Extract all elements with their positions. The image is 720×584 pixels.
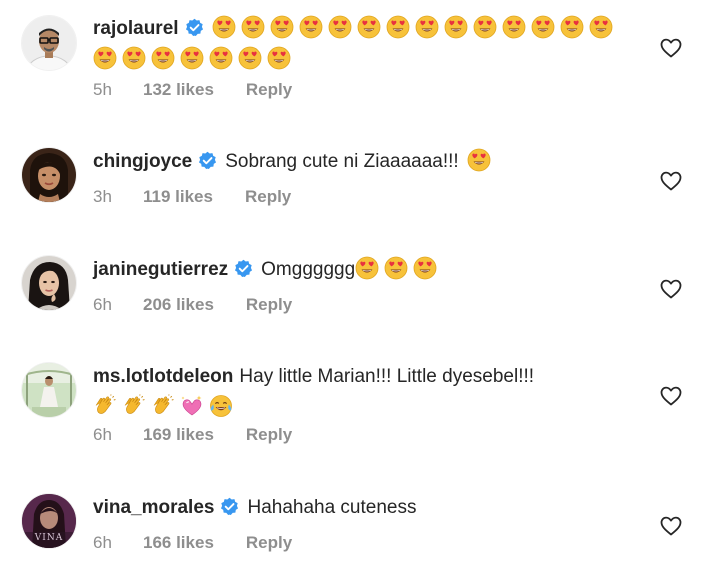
heart-eyes-emoji-icon <box>589 15 613 39</box>
heart-eyes-emoji-icon <box>212 15 236 39</box>
heart-eyes-emoji-icon <box>209 46 233 70</box>
avatar[interactable]: VINA <box>22 494 76 548</box>
username[interactable]: chingjoyce <box>93 151 192 172</box>
tears-of-joy-emoji-icon <box>209 394 233 418</box>
heart-eyes-emoji-icon <box>267 46 291 70</box>
reply-button[interactable]: Reply <box>246 295 292 314</box>
comment-meta: 5h 132 likes Reply <box>93 79 292 101</box>
heart-eyes-emoji-icon <box>444 15 468 39</box>
heart-eyes-emoji-icon <box>328 15 352 39</box>
likes-count[interactable]: 169 likes <box>143 424 214 446</box>
heart-eyes-emoji-icon <box>413 256 437 280</box>
emoji-group <box>355 259 442 280</box>
comment-body: rajolaurel <box>93 13 633 75</box>
likes-count[interactable]: 132 likes <box>143 79 214 101</box>
comment-time[interactable]: 6h <box>93 294 143 316</box>
heart-eyes-emoji-icon <box>386 15 410 39</box>
heart-eyes-emoji-icon <box>531 15 555 39</box>
clapping-hands-emoji-icon <box>122 394 146 418</box>
verified-badge-icon <box>220 497 239 516</box>
likes-count[interactable]: 119 likes <box>143 186 213 208</box>
verified-badge-icon <box>185 18 204 37</box>
emoji-list <box>93 397 238 418</box>
comment-body: chingjoyce Sobrang cute ni Ziaaaaaa!!! <box>93 146 633 177</box>
username[interactable]: ms.lotlotdeleon <box>93 366 233 387</box>
heart-eyes-emoji-icon <box>384 256 408 280</box>
emoji-group <box>467 151 496 172</box>
like-heart-icon[interactable] <box>659 36 683 60</box>
verified-badge-icon <box>198 151 217 170</box>
heart-eyes-emoji-icon <box>467 148 491 172</box>
likes-count[interactable]: 206 likes <box>143 294 214 316</box>
comment-meta: 3h 119 likes Reply <box>93 186 291 208</box>
comment-time[interactable]: 6h <box>93 424 143 446</box>
reply-button[interactable]: Reply <box>246 80 292 99</box>
avatar[interactable] <box>22 16 76 70</box>
heart-eyes-emoji-icon <box>241 15 265 39</box>
like-heart-icon[interactable] <box>659 514 683 538</box>
username[interactable]: rajolaurel <box>93 18 179 39</box>
like-heart-icon[interactable] <box>659 384 683 408</box>
comment-text: Sobrang cute ni Ziaaaaaa!!! <box>225 151 459 172</box>
like-heart-icon[interactable] <box>659 169 683 193</box>
clapping-hands-emoji-icon <box>151 394 175 418</box>
reply-button[interactable]: Reply <box>246 533 292 552</box>
reply-button[interactable]: Reply <box>246 425 292 444</box>
comment-text: Omgggggg <box>261 259 356 280</box>
avatar-text: VINA <box>34 533 63 543</box>
heart-eyes-emoji-icon <box>355 256 379 280</box>
reply-button[interactable]: Reply <box>245 187 291 206</box>
heart-eyes-emoji-icon <box>270 15 294 39</box>
heart-eyes-emoji-icon <box>151 46 175 70</box>
username[interactable]: janinegutierrez <box>93 259 228 280</box>
heart-eyes-emoji-icon <box>93 46 117 70</box>
comment-text: Hahahaha cuteness <box>247 497 417 518</box>
comment-body: janinegutierrez Omgggggg <box>93 254 633 285</box>
heart-eyes-emoji-icon <box>122 46 146 70</box>
username[interactable]: vina_morales <box>93 497 214 518</box>
heart-eyes-emoji-icon <box>180 46 204 70</box>
heart-eyes-emoji-icon <box>502 15 526 39</box>
likes-count[interactable]: 166 likes <box>143 532 214 554</box>
sparkling-heart-emoji-icon <box>180 394 204 418</box>
heart-eyes-emoji-icon <box>357 15 381 39</box>
heart-eyes-emoji-icon <box>473 15 497 39</box>
comment-time[interactable]: 3h <box>93 186 143 208</box>
heart-eyes-emoji-icon <box>238 46 262 70</box>
comment-time[interactable]: 5h <box>93 79 143 101</box>
comment-text: Hay little Marian!!! Little dyesebel!!! <box>239 366 535 387</box>
heart-eyes-emoji-icon <box>415 15 439 39</box>
comment-meta: 6h 166 likes Reply <box>93 532 292 554</box>
comment-meta: 6h 169 likes Reply <box>93 424 292 446</box>
avatar[interactable] <box>22 363 76 417</box>
verified-badge-icon <box>234 259 253 278</box>
heart-eyes-emoji-icon <box>299 15 323 39</box>
comment-time[interactable]: 6h <box>93 532 143 554</box>
clapping-hands-emoji-icon <box>93 394 117 418</box>
comment-body: vina_morales Hahahaha cuteness <box>93 492 633 523</box>
avatar[interactable] <box>22 148 76 202</box>
avatar[interactable] <box>22 256 76 310</box>
like-heart-icon[interactable] <box>659 277 683 301</box>
comment-body: ms.lotlotdeleon Hay little Marian!!! Litt… <box>93 361 633 423</box>
comment-meta: 6h 206 likes Reply <box>93 294 292 316</box>
heart-eyes-emoji-icon <box>560 15 584 39</box>
